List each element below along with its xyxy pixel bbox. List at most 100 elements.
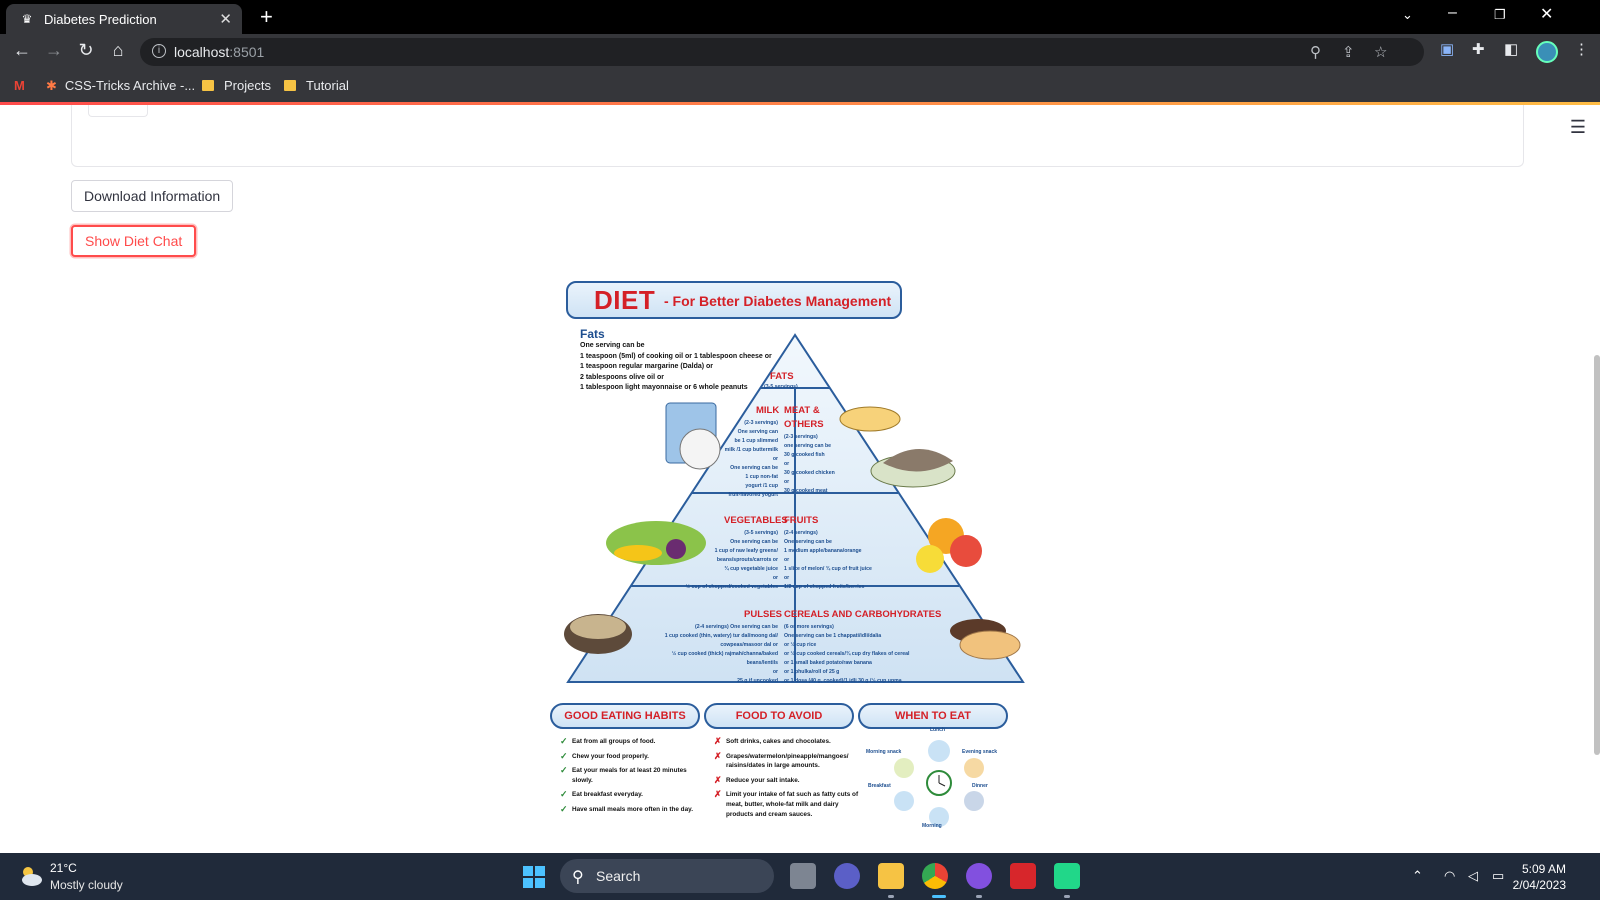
menu-kebab-icon[interactable]: ⋮: [1574, 40, 1589, 58]
app-page: ☰ Download Information Show Diet Chat DI…: [0, 105, 1600, 853]
hamburger-menu-icon[interactable]: ☰: [1570, 117, 1586, 138]
tab-diabetes-prediction[interactable]: ♛ Diabetes Prediction ✕: [6, 4, 242, 34]
check-icon: ✓: [560, 789, 568, 800]
list-item: ✗ Soft drinks, cakes and chocolates.: [714, 736, 831, 746]
morning-label: Morning: [922, 823, 942, 829]
pycharm-icon[interactable]: [1054, 863, 1080, 889]
bookmark-tutorial[interactable]: Tutorial: [284, 78, 349, 93]
share-icon[interactable]: ⇪: [1342, 43, 1355, 61]
search-label: Search: [596, 868, 641, 884]
check-icon: ✓: [560, 736, 568, 746]
list-item: ✓ Eat from all groups of food.: [560, 736, 656, 746]
zoom-icon[interactable]: ⚲: [1310, 43, 1321, 61]
screen-capture-extension-icon[interactable]: ▣: [1440, 40, 1454, 58]
tab-search-chevron-icon[interactable]: ⌄: [1402, 7, 1413, 23]
task-view-icon[interactable]: [790, 863, 816, 889]
css-tricks-star-icon: ✱: [46, 78, 57, 93]
page-scrollbar[interactable]: [1594, 355, 1600, 755]
milk-text: (2-3 servings) One serving can be 1 cup sl…: [724, 420, 778, 498]
pulses-label: PULSES: [744, 609, 783, 620]
wifi-icon[interactable]: ◠: [1444, 868, 1455, 884]
running-indicator: [1064, 895, 1070, 898]
clock-date: 2/04/2023: [1512, 878, 1566, 892]
back-arrow-icon[interactable]: ←: [10, 40, 34, 61]
check-icon: ✓: [560, 803, 568, 814]
extensions-puzzle-icon[interactable]: ✚: [1472, 40, 1485, 58]
address-bar[interactable]: i localhost:8501 ⚲ ⇪ ☆: [140, 38, 1424, 66]
folder-icon: [284, 80, 296, 91]
pulses-text: (2-4 servings) One serving can be 1 cup c…: [664, 624, 778, 684]
teams-chat-icon[interactable]: [834, 863, 860, 889]
minimize-button[interactable]: –: [1448, 4, 1457, 22]
list-item: ✓ Eat breakfast everyday.: [560, 789, 643, 800]
close-window-button[interactable]: ✕: [1540, 4, 1553, 24]
tab-strip: ♛ Diabetes Prediction ✕ + ⌄ – ❐ ✕: [0, 0, 1600, 34]
bookmark-css-tricks[interactable]: ✱ CSS-Tricks Archive -...: [46, 78, 195, 94]
side-panel-icon[interactable]: ◧: [1504, 40, 1518, 58]
list-item: ✗ Grapes/watermelon/pineapple/mangoes/ ra…: [714, 750, 849, 770]
good-habits-list: ✓ Eat from all groups of food. ✓ Chew your…: [560, 736, 705, 820]
bookmark-label: Projects: [224, 78, 271, 93]
forward-arrow-icon[interactable]: →: [42, 40, 66, 61]
cross-icon: ✗: [714, 750, 722, 761]
weather-temperature[interactable]: 21°C: [50, 861, 77, 875]
check-icon: ✓: [560, 765, 568, 776]
meat-text: (2-3 servings) one serving can be 30 g coo…: [784, 434, 835, 494]
folder-icon: [202, 80, 214, 91]
running-indicator: [888, 895, 894, 898]
github-desktop-icon[interactable]: [966, 863, 992, 889]
pulses-illustration: [564, 614, 632, 654]
new-tab-button[interactable]: +: [260, 4, 273, 30]
windows-start-icon[interactable]: [522, 865, 546, 889]
list-item: ✓ Eat your meals for at least 20 minutes …: [560, 765, 687, 784]
diet-subtitle: - For Better Diabetes Management: [664, 293, 892, 309]
cereals-label: CEREALS AND CARBOHYDRATES: [784, 609, 942, 620]
home-icon[interactable]: ⌂: [106, 40, 130, 61]
list-item: ✗ Reduce your salt intake.: [714, 774, 800, 785]
vegetables-text: (3-5 servings) One serving can be 1 cup of…: [685, 530, 778, 590]
clock-time: 5:09 AM: [1521, 862, 1566, 876]
speaker-icon[interactable]: ◁: [1468, 868, 1478, 884]
browser-toolbar: ← → ↻ ⌂ i localhost:8501 ⚲ ⇪ ☆ ▣ ✚ ◧ ⋮: [0, 34, 1600, 70]
check-icon: ✓: [560, 750, 568, 761]
show-diet-chat-button[interactable]: Show Diet Chat: [71, 225, 197, 257]
download-information-button[interactable]: Download Information: [71, 180, 234, 212]
taskbar-search[interactable]: ⚲ Search: [560, 859, 774, 893]
lunch-label: Lunch: [930, 727, 945, 733]
active-indicator: [932, 895, 946, 898]
fruits-label: FRUITS: [784, 515, 819, 526]
tray-chevron-up-icon[interactable]: ⌃: [1412, 868, 1423, 884]
close-tab-icon[interactable]: ✕: [219, 10, 232, 28]
site-info-icon[interactable]: i: [152, 44, 166, 58]
cross-icon: ✗: [714, 736, 722, 746]
profile-avatar[interactable]: [1536, 41, 1558, 63]
file-explorer-icon[interactable]: [878, 863, 904, 889]
meat-label-2: OTHERS: [784, 419, 824, 430]
streamlit-crown-icon: ♛: [21, 12, 33, 26]
gmail-bookmark[interactable]: M: [14, 78, 33, 93]
good-eating-habits-title: GOOD EATING HABITS: [550, 703, 700, 729]
url-text: localhost:8501: [174, 44, 265, 60]
acrobat-icon[interactable]: [1010, 863, 1036, 889]
list-item: ✓ Chew your food properly.: [560, 750, 649, 761]
cloudy-weather-icon: [22, 867, 42, 886]
food-to-avoid-list: ✗ Soft drinks, cakes and chocolates. ✗ Gra…: [714, 736, 859, 824]
tab-title: Diabetes Prediction: [44, 12, 157, 27]
gmail-icon: M: [14, 78, 25, 93]
diet-title-banner: DIET - For Better Diabetes Management: [566, 281, 902, 319]
windows-taskbar: 21°C Mostly cloudy ⚲ Search ⌃ ◠ ◁ ▭ 5:09…: [0, 853, 1600, 900]
restore-button[interactable]: ❐: [1494, 7, 1506, 23]
expander-inner-box: [88, 105, 148, 117]
taskbar-clock[interactable]: 5:09 AM 2/04/2023: [1513, 861, 1566, 893]
bookmark-projects[interactable]: Projects: [202, 78, 271, 93]
diet-infographic: DIET - For Better Diabetes Management Fa…: [550, 271, 1034, 831]
breakfast-label: Breakfast: [868, 783, 891, 789]
battery-icon[interactable]: ▭: [1492, 868, 1504, 884]
bookmark-star-icon[interactable]: ☆: [1374, 43, 1387, 61]
weather-condition[interactable]: Mostly cloudy: [50, 878, 123, 892]
chrome-icon[interactable]: [922, 863, 948, 889]
cereals-text: (6 or more servings) One serving can be 1…: [784, 624, 910, 684]
evening-snack-label: Evening snack: [962, 749, 998, 755]
reload-icon[interactable]: ↻: [74, 40, 98, 61]
fats-label: FATS: [770, 371, 794, 382]
